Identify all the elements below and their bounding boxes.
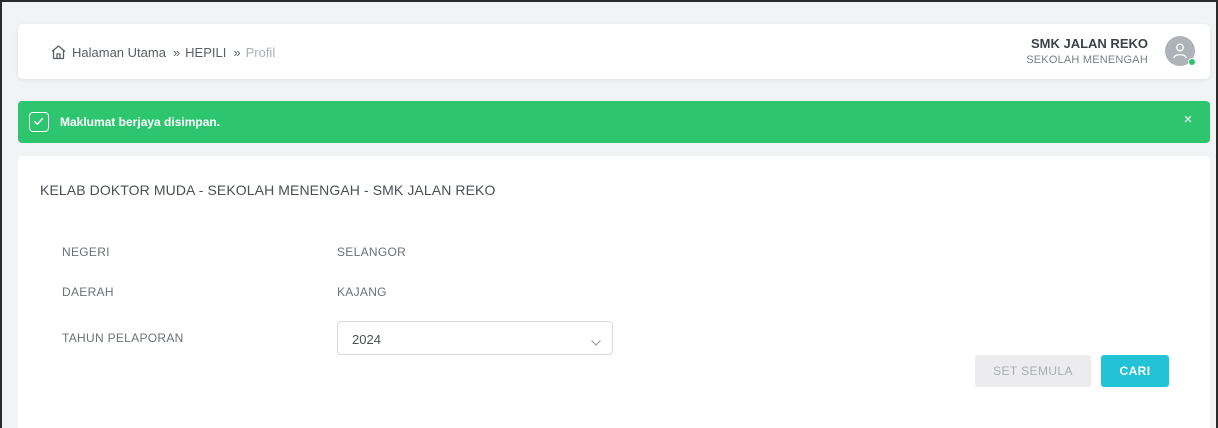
reporting-year-value: 2024 — [352, 332, 381, 347]
chevron-down-icon — [590, 334, 602, 352]
avatar[interactable] — [1165, 36, 1196, 66]
breadcrumb-hepili-link[interactable]: HEPILI — [185, 45, 226, 60]
app-frame: Halaman Utama » HEPILI » Profil SMK JALA… — [0, 0, 1218, 428]
school-type: SEKOLAH MENENGAH — [1026, 54, 1148, 66]
breadcrumb-home-link[interactable]: Halaman Utama — [72, 45, 166, 60]
breadcrumb-current: Profil — [245, 44, 276, 60]
state-label: NEGERI — [62, 245, 110, 259]
success-alert: Maklumat berjaya disimpan. × — [18, 101, 1210, 143]
district-label: DAERAH — [62, 285, 114, 299]
reporting-year-select[interactable]: 2024 — [337, 321, 613, 355]
reporting-year-label: TAHUN PELAPORAN — [62, 331, 184, 345]
alert-message: Maklumat berjaya disimpan. — [60, 115, 221, 129]
search-button[interactable]: CARI — [1101, 355, 1169, 387]
breadcrumb-separator: » — [172, 44, 180, 60]
top-header: Halaman Utama » HEPILI » Profil SMK JALA… — [18, 24, 1210, 79]
breadcrumb-separator: » — [233, 44, 240, 60]
reset-button[interactable]: SET SEMULA — [975, 355, 1091, 387]
profile-card: KELAB DOKTOR MUDA - SEKOLAH MENENGAH - S… — [18, 156, 1210, 428]
online-status-dot — [1188, 58, 1196, 66]
school-info: SMK JALAN REKO SEKOLAH MENENGAH — [1026, 36, 1148, 66]
user-icon — [1173, 43, 1187, 59]
state-value: SELANGOR — [337, 245, 407, 259]
breadcrumb: Halaman Utama » HEPILI » Profil — [50, 44, 275, 60]
home-icon[interactable] — [50, 44, 67, 60]
check-icon — [29, 112, 49, 132]
school-name: SMK JALAN REKO — [1030, 36, 1148, 51]
close-icon[interactable]: × — [1180, 112, 1196, 128]
district-value: KAJANG — [337, 285, 387, 299]
page-title: KELAB DOKTOR MUDA - SEKOLAH MENENGAH - S… — [40, 182, 496, 198]
